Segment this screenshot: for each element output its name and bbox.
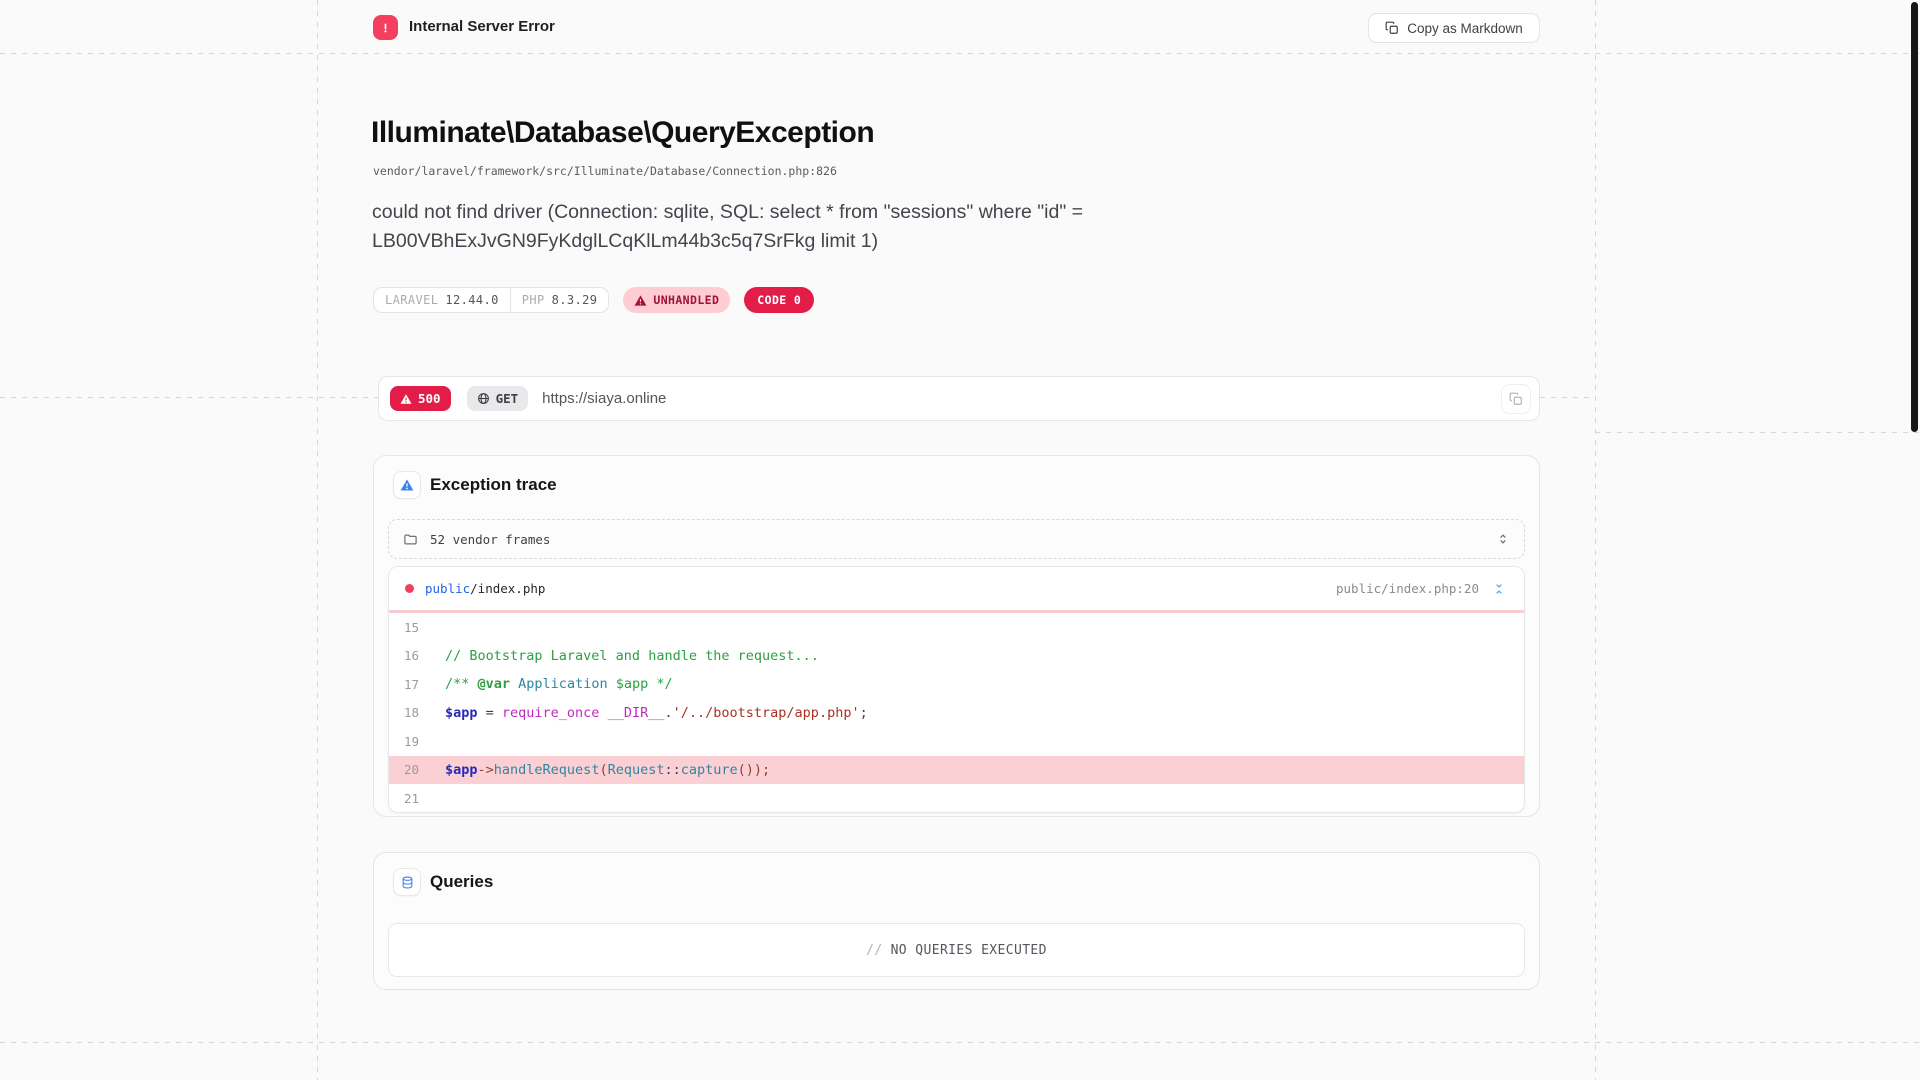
topbar: Internal Server Error Copy as Markdown — [0, 0, 1920, 53]
warning-triangle-icon — [400, 393, 412, 405]
copy-as-markdown-button[interactable]: Copy as Markdown — [1368, 13, 1540, 43]
collapse-icon[interactable] — [1490, 580, 1508, 598]
code-line-19: 19 — [404, 733, 420, 749]
scrollbar-thumb[interactable] — [1911, 2, 1918, 432]
vendor-frames-label: 52 vendor frames — [430, 531, 551, 547]
frame-file-name: public/index.php — [425, 581, 546, 596]
frame-location: public/index.php:20 — [1336, 581, 1479, 596]
code-line-18: 18 $app = require_once __DIR__.'/../boots… — [404, 704, 868, 721]
guide-line-right — [1595, 0, 1596, 1080]
guide-line-left — [317, 0, 318, 1080]
exception-class-title: Illuminate\Database\QueryException — [371, 116, 875, 149]
status-label: Internal Server Error — [409, 18, 555, 35]
error-alert-icon — [373, 15, 398, 40]
unhandled-badge: UNHANDLED — [623, 287, 731, 313]
folder-icon — [403, 532, 418, 547]
code-line-17: 17/** @var Application $app */ — [404, 676, 673, 693]
request-bar: 500 GET https://siaya.online — [378, 376, 1540, 421]
exception-file-path: vendor/laravel/framework/src/Illuminate/… — [373, 164, 837, 178]
code-line-15: 15 — [404, 619, 420, 635]
globe-icon — [477, 392, 490, 405]
php-version-badge: PHP 8.3.29 — [509, 288, 609, 312]
queries-header: Queries — [393, 868, 493, 896]
laravel-version-badge: LARAVEL 12.44.0 — [385, 293, 499, 307]
queries-empty-state: // NO QUERIES EXECUTED — [388, 923, 1525, 977]
chevron-up-down-icon — [1496, 532, 1510, 546]
vendor-frames-toggle[interactable]: 52 vendor frames — [388, 519, 1525, 559]
code-line-21: 21 — [404, 790, 420, 806]
stack-frame-card: public/index.php public/index.php:20 15 1… — [388, 566, 1525, 813]
guide-line-top — [0, 53, 1920, 54]
badge-row: LARAVEL 12.44.0 PHP 8.3.29 UNHANDLED COD… — [373, 287, 815, 313]
error-frame-dot-icon — [405, 584, 414, 593]
warning-triangle-icon — [634, 294, 647, 307]
exception-trace-header: Exception trace — [393, 471, 557, 499]
copy-as-markdown-label: Copy as Markdown — [1407, 20, 1523, 36]
queries-section: Queries // NO QUERIES EXECUTED — [373, 852, 1540, 990]
http-status-badge: 500 — [390, 386, 451, 411]
stack-frame-header[interactable]: public/index.php public/index.php:20 — [389, 567, 1524, 610]
version-badges: LARAVEL 12.44.0 PHP 8.3.29 — [373, 287, 610, 313]
exception-trace-section: Exception trace 52 vendor frames public/… — [373, 455, 1540, 817]
error-code-badge: CODE 0 — [744, 287, 815, 313]
guide-line-bottom — [0, 1042, 1920, 1043]
code-lines: 15 16// Bootstrap Laravel and handle the … — [389, 613, 1524, 812]
exception-message: could not find driver (Connection: sqlit… — [372, 201, 1084, 252]
code-line-20: 20 $app->handleRequest(Request::capture()… — [389, 755, 1524, 784]
guide-margin-right — [1595, 432, 1920, 433]
request-url: https://siaya.online — [542, 390, 667, 407]
http-method-badge: GET — [466, 386, 529, 411]
copy-url-button[interactable] — [1501, 383, 1531, 414]
code-line-16: 16// Bootstrap Laravel and handle the re… — [404, 647, 819, 664]
guide-connector-right — [1540, 397, 1595, 398]
exception-triangle-icon — [393, 471, 421, 499]
queries-title: Queries — [430, 872, 494, 891]
copy-icon — [1385, 21, 1399, 35]
guide-connector-left — [0, 397, 378, 398]
exception-trace-title: Exception trace — [430, 475, 557, 494]
database-icon — [393, 868, 421, 896]
